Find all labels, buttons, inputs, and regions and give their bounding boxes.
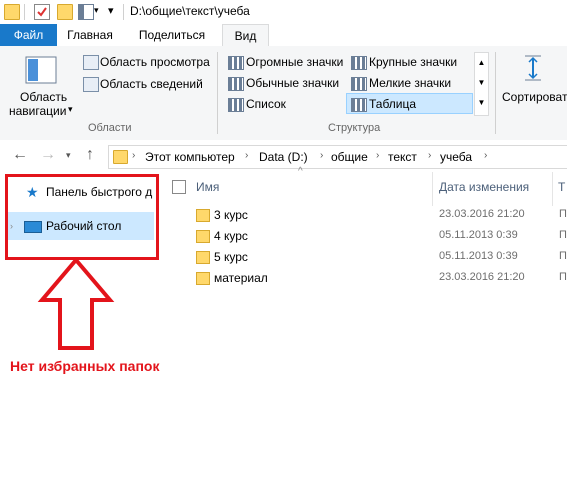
address-row: ← → ▾ ↑ › Этот компьютер › Data (D:) › о… bbox=[0, 140, 567, 172]
title-bar: ▾ ▾ D:\общие\текст\учеба bbox=[0, 0, 567, 25]
file-date: 23.03.2016 21:20 bbox=[439, 271, 525, 283]
layout-details[interactable]: Таблица bbox=[369, 97, 416, 111]
file-type: П bbox=[559, 229, 567, 241]
chevron-right-icon[interactable]: › bbox=[484, 150, 487, 161]
folder-icon bbox=[113, 150, 128, 164]
file-date: 05.11.2013 0:39 bbox=[439, 229, 518, 241]
list-icon bbox=[228, 98, 244, 112]
chevron-down-icon[interactable]: ▾ bbox=[94, 5, 99, 16]
layout-small-icons[interactable]: Мелкие значки bbox=[369, 76, 451, 90]
view-pane-icon[interactable] bbox=[78, 4, 94, 20]
layout-scrollbar[interactable]: ▲ ▼ ▼ bbox=[474, 52, 489, 116]
column-header-type[interactable]: Т bbox=[558, 180, 565, 194]
preview-pane-button[interactable]: Область просмотра bbox=[100, 55, 210, 69]
tab-view[interactable]: Вид bbox=[222, 24, 269, 47]
table-row[interactable]: 5 курс 05.11.2013 0:39 П bbox=[188, 247, 567, 268]
file-type: П bbox=[559, 208, 567, 220]
file-name: 3 курс bbox=[214, 208, 248, 222]
select-all-checkbox[interactable] bbox=[172, 180, 186, 194]
annotation-arrow-icon bbox=[37, 256, 115, 350]
chevron-right-icon[interactable]: › bbox=[245, 150, 248, 161]
new-folder-icon[interactable] bbox=[57, 4, 73, 20]
breadcrumb-item[interactable]: общие bbox=[331, 150, 368, 164]
customize-toolbar-icon[interactable]: ▾ bbox=[108, 4, 114, 17]
chevron-right-icon[interactable]: › bbox=[320, 150, 323, 161]
navigation-pane-label-2[interactable]: навигации bbox=[9, 104, 66, 118]
file-name: 5 курс bbox=[214, 250, 248, 264]
large-icons-icon bbox=[351, 56, 367, 70]
properties-icon[interactable] bbox=[34, 4, 50, 20]
chevron-right-icon[interactable]: › bbox=[428, 150, 431, 161]
file-date: 23.03.2016 21:20 bbox=[439, 208, 525, 220]
file-list: ^ Имя Дата изменения Т 3 курс 23.03.2016… bbox=[160, 166, 567, 479]
folder-icon bbox=[196, 251, 210, 264]
forward-icon[interactable]: → bbox=[40, 146, 56, 164]
huge-icons-icon bbox=[228, 56, 244, 70]
column-header-name[interactable]: Имя bbox=[196, 180, 219, 194]
breadcrumb-item[interactable]: текст bbox=[388, 150, 417, 164]
table-row[interactable]: материал 23.03.2016 21:20 П bbox=[188, 268, 567, 289]
details-icon bbox=[351, 98, 367, 112]
navigation-pane-icon[interactable] bbox=[25, 56, 57, 84]
table-row[interactable]: 4 курс 05.11.2013 0:39 П bbox=[188, 226, 567, 247]
medium-icons-icon bbox=[228, 77, 244, 91]
chevron-right-icon[interactable]: › bbox=[132, 150, 135, 161]
details-pane-icon[interactable] bbox=[83, 77, 99, 92]
back-icon[interactable]: ← bbox=[12, 146, 28, 164]
column-header-modified[interactable]: Дата изменения bbox=[439, 180, 529, 194]
recent-locations-icon[interactable]: ▾ bbox=[66, 150, 71, 161]
navigation-pane-label[interactable]: Область bbox=[20, 90, 67, 104]
ribbon: Область навигации ▾ Область просмотра Об… bbox=[0, 46, 567, 141]
file-type: П bbox=[559, 271, 567, 283]
file-type: П bbox=[559, 250, 567, 262]
tab-share[interactable]: Поделиться bbox=[132, 24, 212, 46]
divider bbox=[432, 172, 433, 206]
breadcrumb-item[interactable]: учеба bbox=[440, 150, 472, 164]
file-date: 05.11.2013 0:39 bbox=[439, 250, 518, 262]
details-pane-button[interactable]: Область сведений bbox=[100, 77, 203, 91]
group-label-layout: Структура bbox=[328, 122, 381, 134]
folder-icon bbox=[196, 230, 210, 243]
folder-icon bbox=[196, 272, 210, 285]
folder-icon bbox=[4, 4, 20, 20]
chevron-right-icon[interactable]: › bbox=[376, 150, 379, 161]
small-icons-icon bbox=[351, 77, 367, 91]
chevron-up-icon[interactable]: ▲ bbox=[475, 53, 488, 73]
annotation-highlight-box bbox=[5, 174, 159, 260]
window-title: D:\общие\текст\учеба bbox=[130, 4, 250, 18]
divider bbox=[495, 52, 496, 134]
layout-large-icons[interactable]: Крупные значки bbox=[369, 55, 457, 69]
address-bar[interactable]: › Этот компьютер › Data (D:) › общие › т… bbox=[108, 145, 567, 169]
table-row[interactable]: 3 курс 23.03.2016 21:20 П bbox=[188, 205, 567, 226]
file-name: 4 курс bbox=[214, 229, 248, 243]
file-name: материал bbox=[214, 271, 268, 285]
group-label-panes: Области bbox=[88, 122, 132, 134]
layout-medium-icons[interactable]: Обычные значки bbox=[246, 76, 339, 90]
breadcrumb-item[interactable]: Этот компьютер bbox=[145, 150, 235, 164]
annotation-text: Нет избранных папок bbox=[10, 358, 160, 374]
divider bbox=[217, 52, 218, 134]
divider bbox=[123, 4, 124, 20]
folder-icon bbox=[196, 209, 210, 222]
sort-up-icon: ^ bbox=[298, 166, 303, 177]
breadcrumb-item[interactable]: Data (D:) bbox=[259, 150, 308, 164]
sort-by-button[interactable]: Сортировать bbox=[502, 90, 567, 104]
chevron-down-icon[interactable]: ▼ bbox=[475, 73, 488, 93]
layout-list[interactable]: Список bbox=[246, 97, 286, 111]
divider bbox=[552, 172, 553, 206]
more-icon[interactable]: ▼ bbox=[475, 93, 488, 113]
chevron-down-icon[interactable]: ▾ bbox=[68, 104, 73, 115]
divider bbox=[24, 4, 25, 20]
preview-pane-icon[interactable] bbox=[83, 55, 99, 70]
sort-by-icon[interactable] bbox=[521, 54, 545, 82]
up-icon[interactable]: ↑ bbox=[86, 146, 94, 164]
layout-huge-icons[interactable]: Огромные значки bbox=[246, 55, 343, 69]
tab-file[interactable]: Файл bbox=[0, 24, 57, 46]
tab-home[interactable]: Главная bbox=[60, 24, 120, 46]
ribbon-tabs: Файл Главная Поделиться Вид bbox=[0, 24, 567, 47]
